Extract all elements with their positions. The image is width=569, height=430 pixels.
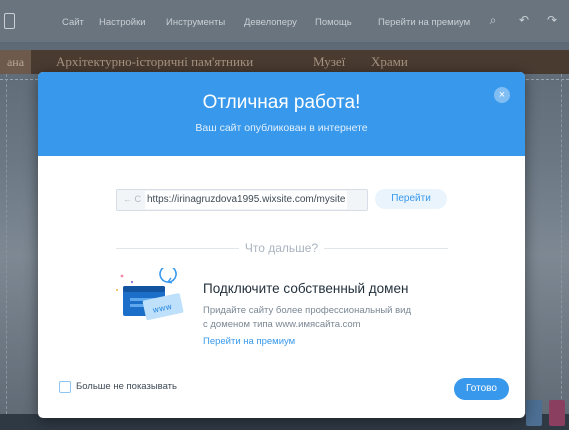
- zoom-icon[interactable]: ⌕: [487, 14, 499, 26]
- domain-illustration-icon: www: [116, 268, 184, 320]
- done-button[interactable]: Готово: [454, 378, 509, 400]
- site-nav-bar: ана Архітектурно-історичні пам'ятники Му…: [0, 50, 569, 74]
- editor-top-bar: Сайт Настройки Инструменты Девелоперу По…: [0, 0, 569, 42]
- menu-upgrade[interactable]: Перейти на премиум: [378, 17, 470, 28]
- site-nav-item-museums: Музеї: [313, 54, 346, 69]
- dont-show-again-checkbox[interactable]: [59, 381, 71, 393]
- connect-domain-desc-line-2: с доменом типа www.имясайта.com: [203, 319, 361, 330]
- dialog-title: Отличная работа!: [202, 92, 361, 113]
- dialog-header: Отличная работа! Ваш сайт опубликован в …: [38, 72, 525, 156]
- pages-icon[interactable]: [4, 13, 15, 29]
- dont-show-again-label[interactable]: Больше не показывать: [76, 381, 177, 392]
- menu-tools[interactable]: Инструменты: [166, 17, 225, 28]
- dialog-subtitle: Ваш сайт опубликован в интернете: [195, 122, 368, 134]
- canvas-guide-left: [6, 74, 7, 414]
- social-icon: [549, 400, 565, 426]
- connect-domain-title: Подключите собственный домен: [203, 281, 409, 296]
- menu-developer[interactable]: Девелоперу: [244, 17, 297, 28]
- site-nav-item-left: ана: [0, 50, 31, 74]
- site-nav-item-temples: Храми: [371, 54, 408, 69]
- site-url-field[interactable]: ← C https://irinagruzdova1995.wixsite.co…: [116, 189, 368, 211]
- menu-site[interactable]: Сайт: [62, 17, 84, 28]
- canvas-guide-right: [561, 74, 562, 414]
- go-to-site-button[interactable]: Перейти: [375, 189, 447, 209]
- site-nav-item-monuments: Архітектурно-історичні пам'ятники: [56, 54, 254, 69]
- tumblr-icon: [526, 400, 542, 426]
- browser-nav-icon: ← C: [123, 194, 141, 204]
- undo-icon[interactable]: ↶: [518, 14, 530, 26]
- close-icon[interactable]: ×: [494, 87, 510, 103]
- menu-help[interactable]: Помощь: [315, 17, 352, 28]
- publish-success-dialog: Отличная работа! Ваш сайт опубликован в …: [38, 72, 525, 418]
- connect-domain-description: Придайте сайту более профессиональный ви…: [203, 304, 473, 332]
- menu-settings[interactable]: Настройки: [99, 17, 146, 28]
- upgrade-premium-link[interactable]: Перейти на премиум: [203, 336, 295, 347]
- site-url-text[interactable]: https://irinagruzdova1995.wixsite.com/my…: [145, 191, 348, 209]
- what-next-heading-wrap: Что дальше?: [38, 241, 525, 255]
- what-next-heading: Что дальше?: [238, 241, 325, 255]
- redo-icon[interactable]: ↷: [546, 14, 558, 26]
- connect-domain-desc-line-1: Придайте сайту более профессиональный ви…: [203, 305, 412, 316]
